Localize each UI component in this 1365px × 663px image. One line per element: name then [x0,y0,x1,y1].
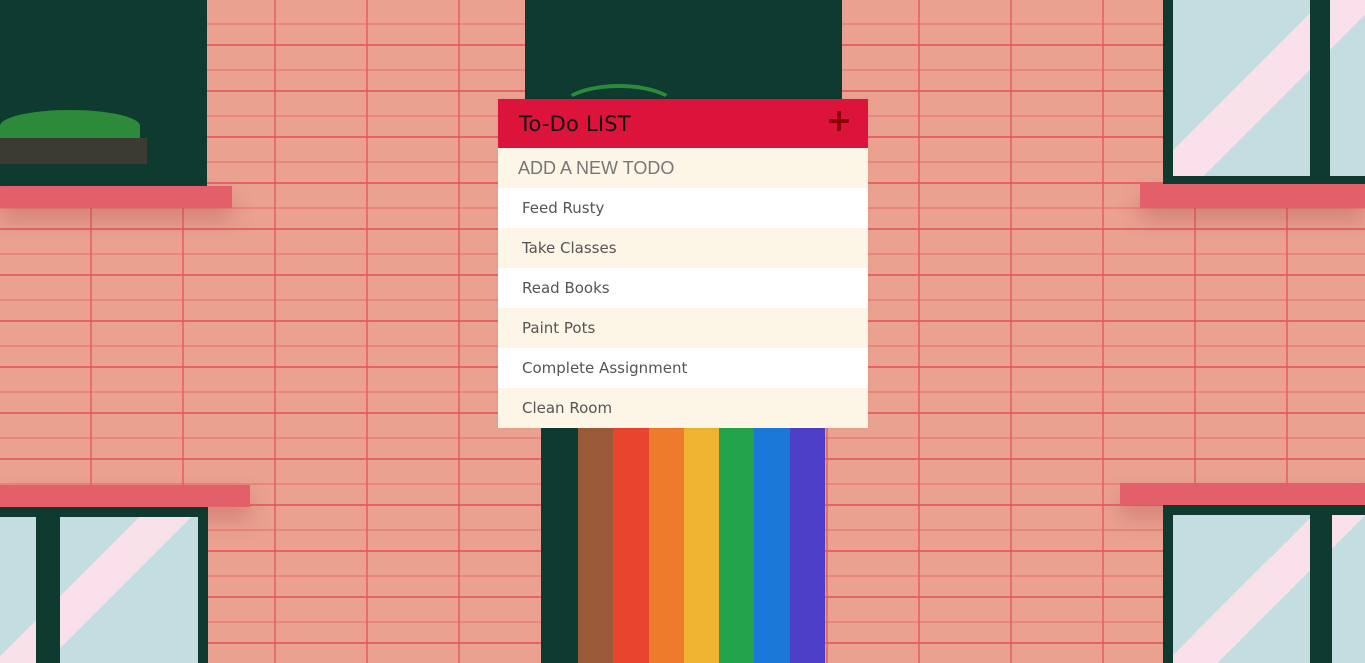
rainbow-stripe [789,420,825,663]
todo-item[interactable]: Clean Room [498,388,868,428]
rainbow-stripe [613,420,649,663]
todo-item[interactable]: Paint Pots [498,308,868,348]
window-divider [36,507,60,663]
todo-item[interactable]: Read Books [498,268,868,308]
window-divider [1310,0,1330,186]
window-bottom-left [0,507,208,663]
todo-item[interactable]: Feed Rusty [498,188,868,228]
todo-item-label: Feed Rusty [522,199,605,217]
rainbow-door [578,420,825,663]
todo-item[interactable]: Take Classes [498,228,868,268]
plus-icon[interactable] [828,110,850,133]
window-top-right [1163,0,1365,186]
rainbow-stripe [719,420,755,663]
todo-item-label: Paint Pots [522,319,596,337]
new-todo-input[interactable] [498,148,868,188]
todo-card: To-Do LIST Feed Rusty Take Classes Read … [498,99,868,428]
todo-header: To-Do LIST [498,99,868,148]
window-divider [1310,505,1332,663]
rainbow-stripe [578,420,614,663]
todo-item-label: Complete Assignment [522,359,688,377]
door-frame [541,420,578,663]
todo-item-label: Read Books [522,279,610,297]
rainbow-stripe [648,420,684,663]
planter [0,138,147,164]
rainbow-stripe [754,420,790,663]
app-title: To-Do LIST [519,111,631,136]
todo-item-label: Clean Room [522,399,613,417]
ledge-top-left [0,186,232,208]
todo-list: Feed Rusty Take Classes Read Books Paint… [498,188,868,428]
ledge-top-right [1140,184,1365,208]
rainbow-stripe [683,420,720,663]
ledge-bottom-left [0,485,250,507]
ledge-bottom-right [1120,483,1365,505]
todo-item[interactable]: Complete Assignment [498,348,868,388]
window-top-center [525,0,842,100]
todo-item-label: Take Classes [522,239,617,257]
window-bottom-right [1163,505,1365,663]
